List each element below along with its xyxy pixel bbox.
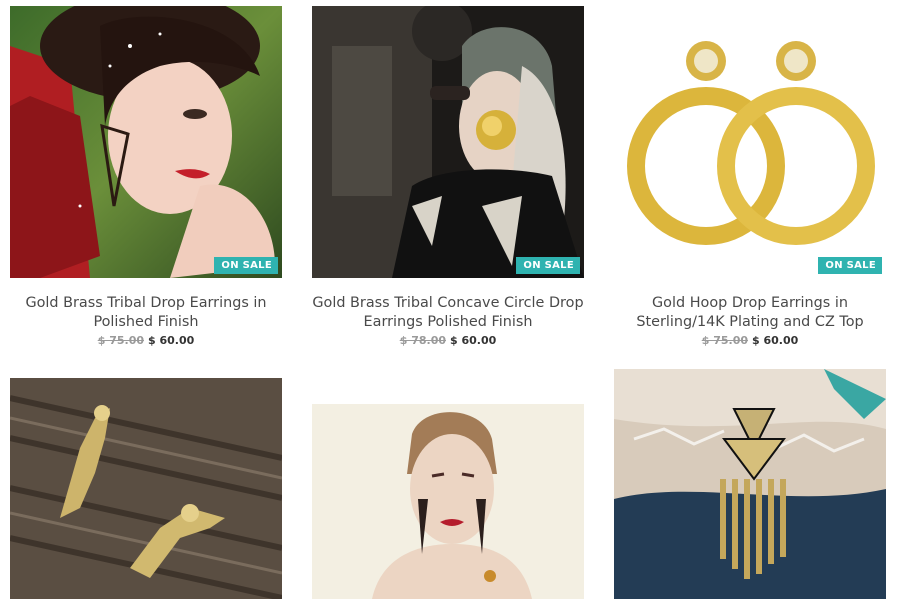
product-image-4[interactable] [10, 378, 282, 599]
on-sale-badge: ON SALE [818, 257, 882, 274]
product-image-6[interactable] [614, 369, 886, 599]
sale-price: $ 60.00 [148, 334, 195, 347]
product-image-1[interactable]: ON SALE [10, 6, 282, 278]
product-title-line-1: Gold Hoop Drop Earrings in [652, 295, 848, 311]
product-price: $ 75.00 $ 60.00 [614, 334, 886, 348]
original-price: $ 75.00 [97, 334, 144, 347]
product-title[interactable]: Gold Brass Tribal Drop Earrings in Polis… [10, 294, 282, 332]
product-image-5[interactable] [312, 404, 584, 599]
product-title-line-2: Sterling/14K Plating and CZ Top [636, 314, 864, 330]
product-image-2[interactable]: ON SALE [312, 6, 584, 278]
on-sale-badge: ON SALE [516, 257, 580, 274]
on-sale-badge: ON SALE [214, 257, 278, 274]
product-title-line-2: Polished Finish [93, 314, 199, 330]
product-title-line-1: Gold Brass Tribal Drop Earrings in [25, 295, 267, 311]
original-price: $ 75.00 [701, 334, 748, 347]
sale-price: $ 60.00 [752, 334, 799, 347]
product-title[interactable]: Gold Hoop Drop Earrings in Sterling/14K … [604, 294, 896, 332]
original-price: $ 78.00 [399, 334, 446, 347]
product-image-3[interactable]: ON SALE [614, 6, 886, 278]
product-price: $ 78.00 $ 60.00 [312, 334, 584, 348]
product-title-line-2: Earrings Polished Finish [363, 314, 533, 330]
product-title-line-1: Gold Brass Tribal Concave Circle Drop [312, 295, 584, 311]
sale-price: $ 60.00 [450, 334, 497, 347]
product-title[interactable]: Gold Brass Tribal Concave Circle Drop Ea… [302, 294, 594, 332]
product-price: $ 75.00 $ 60.00 [10, 334, 282, 348]
